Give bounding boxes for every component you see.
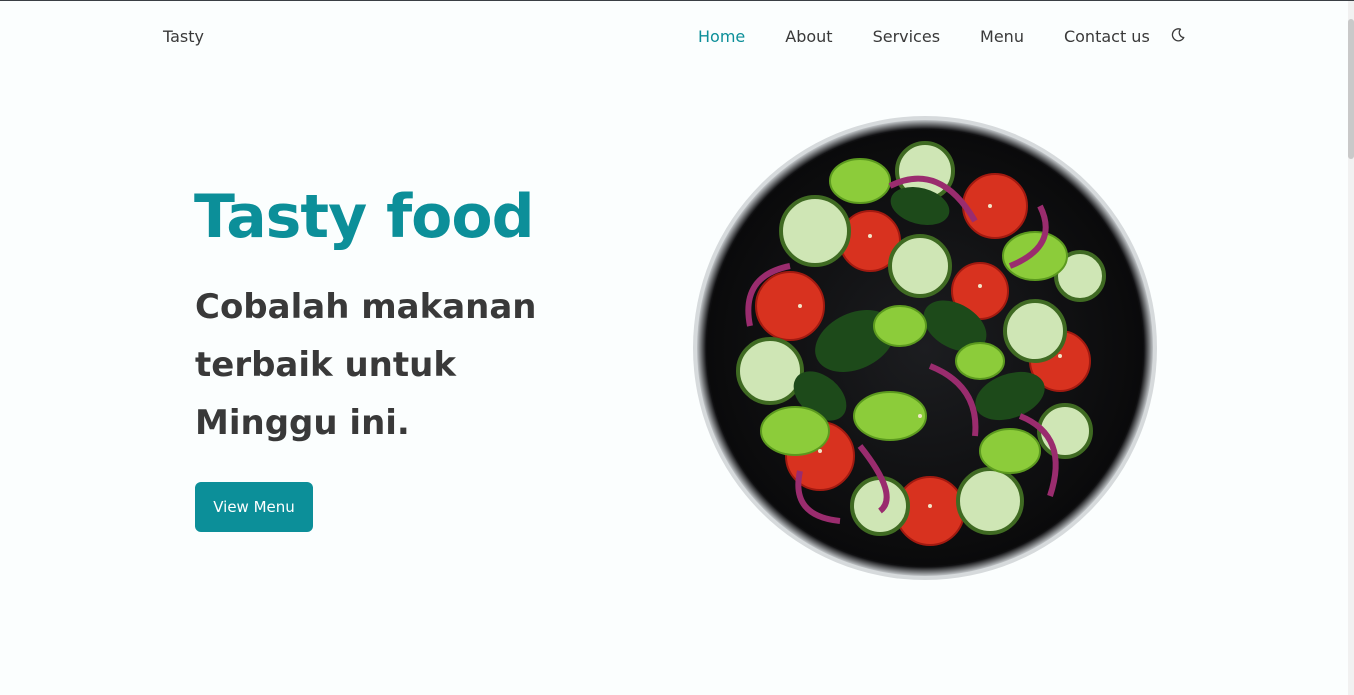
main-nav: Home About Services Menu Contact us xyxy=(698,27,1190,46)
brand-logo[interactable]: Tasty xyxy=(163,27,204,46)
site-header: Tasty Home About Services Menu Contact u… xyxy=(0,1,1354,73)
salad-plate-image xyxy=(690,116,1160,586)
nav-contact[interactable]: Contact us xyxy=(1064,27,1150,46)
nav-home[interactable]: Home xyxy=(698,27,745,46)
moon-icon[interactable] xyxy=(1170,27,1186,43)
nav-menu[interactable]: Menu xyxy=(980,27,1024,46)
scrollbar-thumb[interactable] xyxy=(1348,19,1354,159)
nav-services[interactable]: Services xyxy=(873,27,940,46)
hero-title: Tasty food xyxy=(194,182,535,252)
hero-subtitle: Cobalah makanan terbaik untuk Minggu ini… xyxy=(195,287,537,443)
nav-about[interactable]: About xyxy=(785,27,832,46)
view-menu-button[interactable]: View Menu xyxy=(195,482,313,532)
page-scrollbar[interactable] xyxy=(1348,1,1354,695)
